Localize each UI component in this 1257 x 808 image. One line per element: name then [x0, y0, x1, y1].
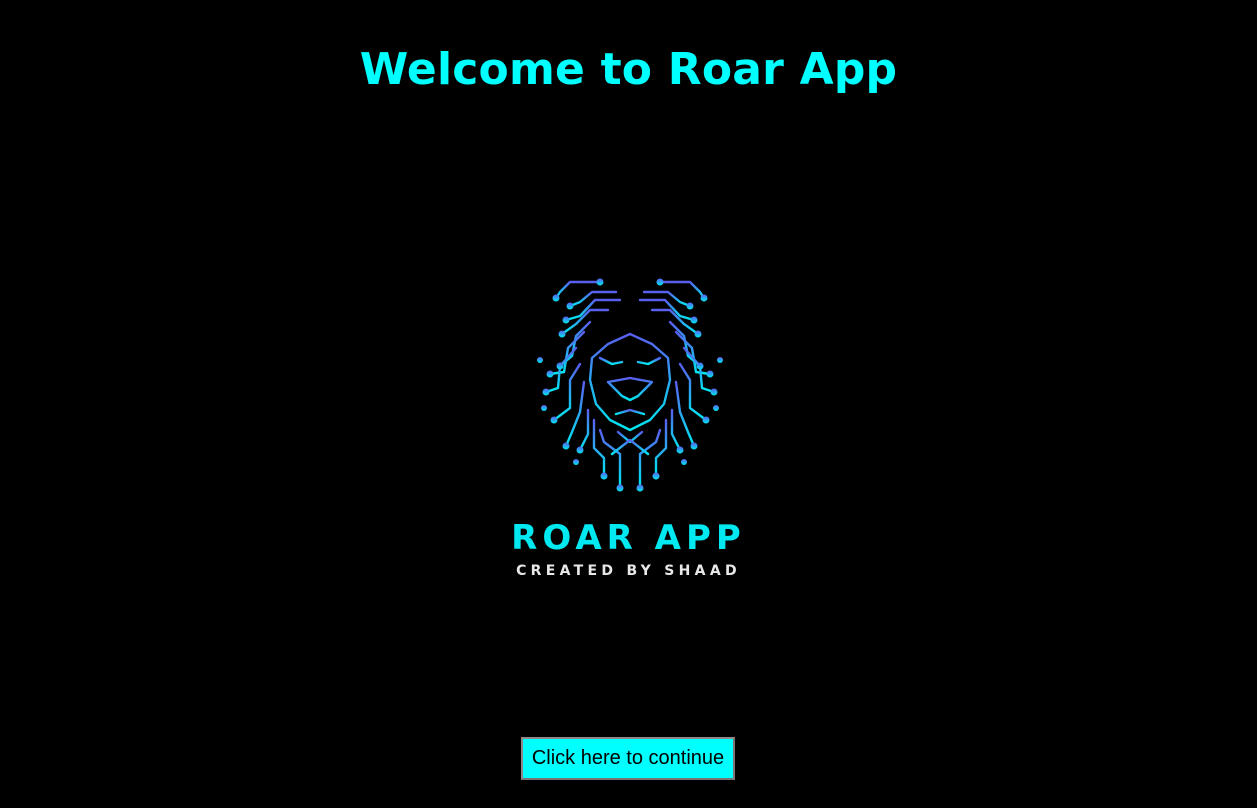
continue-button[interactable]: Click here to continue: [521, 737, 735, 780]
brand-credit: CREATED BY SHAAD: [516, 563, 741, 579]
page-title: Welcome to Roar App: [359, 44, 898, 95]
lion-icon: [537, 278, 723, 492]
brand-name: ROAR APP: [511, 518, 746, 558]
